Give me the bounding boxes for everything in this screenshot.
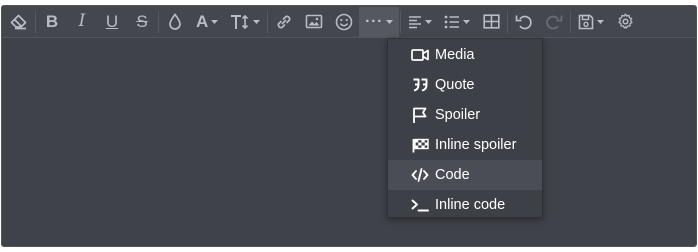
strikethrough-button[interactable]: S [127, 7, 157, 37]
font-family-button[interactable]: A [190, 7, 224, 37]
menu-item-quote[interactable]: Quote [388, 70, 542, 100]
chevron-down-icon [463, 19, 471, 24]
menu-item-label: Spoiler [435, 107, 481, 123]
link-icon [275, 13, 293, 31]
toolbar-separator [507, 10, 509, 33]
flag-icon [411, 106, 429, 124]
menu-item-label: Inline spoiler [435, 137, 517, 153]
insert-smilie-button[interactable] [329, 7, 359, 37]
align-left-icon [408, 15, 422, 29]
menu-item-media[interactable]: Media [388, 40, 542, 70]
checkered-flag-icon [411, 136, 429, 154]
undo-icon [515, 13, 533, 30]
bold-button[interactable]: B [37, 7, 67, 37]
settings-button[interactable] [610, 7, 640, 37]
menu-item-code[interactable]: Code [388, 160, 542, 190]
redo-icon [545, 13, 563, 30]
insert-more-button[interactable]: ··· [359, 6, 400, 37]
menu-item-inline-spoiler[interactable]: Inline spoiler [388, 130, 542, 160]
quote-icon [411, 76, 429, 94]
toolbar-separator [267, 10, 269, 33]
smiley-icon [335, 13, 353, 31]
video-camera-icon [411, 46, 429, 64]
bold-icon: B [45, 12, 59, 31]
redo-button[interactable] [539, 7, 569, 37]
insert-image-button[interactable] [299, 7, 329, 37]
menu-item-label: Quote [435, 77, 475, 93]
chevron-down-icon [253, 19, 261, 24]
clear-formatting-button[interactable] [4, 7, 34, 37]
font-size-button[interactable] [224, 7, 266, 37]
toolbar-separator [158, 10, 159, 33]
more-icon: ··· [365, 13, 384, 30]
toolbar-separator [400, 10, 402, 33]
chevron-down-icon [597, 19, 605, 24]
align-button[interactable] [402, 7, 438, 37]
strikethrough-icon: S [136, 12, 148, 31]
droplet-icon [168, 13, 182, 30]
eraser-icon [10, 14, 28, 30]
editor-toolbar: B I U S A ··· [2, 6, 696, 38]
gear-icon [617, 13, 634, 30]
chevron-down-icon [386, 19, 394, 24]
insert-table-button[interactable] [476, 7, 506, 37]
italic-button[interactable]: I [67, 7, 97, 37]
chevron-down-icon [425, 19, 433, 24]
save-icon [578, 14, 594, 30]
font-family-icon: A [196, 12, 209, 31]
list-button[interactable] [438, 7, 476, 37]
drafts-button[interactable] [572, 7, 610, 37]
code-icon [411, 166, 429, 184]
menu-item-label: Code [435, 167, 470, 183]
chevron-down-icon [211, 19, 219, 24]
list-icon [444, 15, 460, 29]
undo-button[interactable] [509, 7, 539, 37]
menu-item-label: Media [435, 47, 475, 63]
terminal-icon [411, 196, 429, 214]
italic-icon: I [78, 11, 86, 31]
editor-frame: B I U S A ··· [1, 5, 697, 247]
insert-link-button[interactable] [269, 7, 299, 37]
underline-button[interactable]: U [97, 7, 127, 37]
toolbar-separator [35, 10, 36, 33]
text-color-button[interactable] [160, 7, 190, 37]
table-icon [483, 14, 500, 29]
toolbar-separator [570, 10, 572, 33]
menu-item-inline-code[interactable]: Inline code [388, 190, 542, 220]
menu-item-spoiler[interactable]: Spoiler [388, 100, 542, 130]
image-icon [305, 14, 323, 29]
underline-icon: U [105, 12, 119, 31]
menu-item-label: Inline code [435, 197, 506, 213]
text-height-icon [230, 14, 250, 30]
editor: B I U S A ··· Media Quote Spoiler Inline… [0, 0, 698, 252]
insert-more-menu: Media Quote Spoiler Inline spoiler Code [387, 38, 543, 218]
